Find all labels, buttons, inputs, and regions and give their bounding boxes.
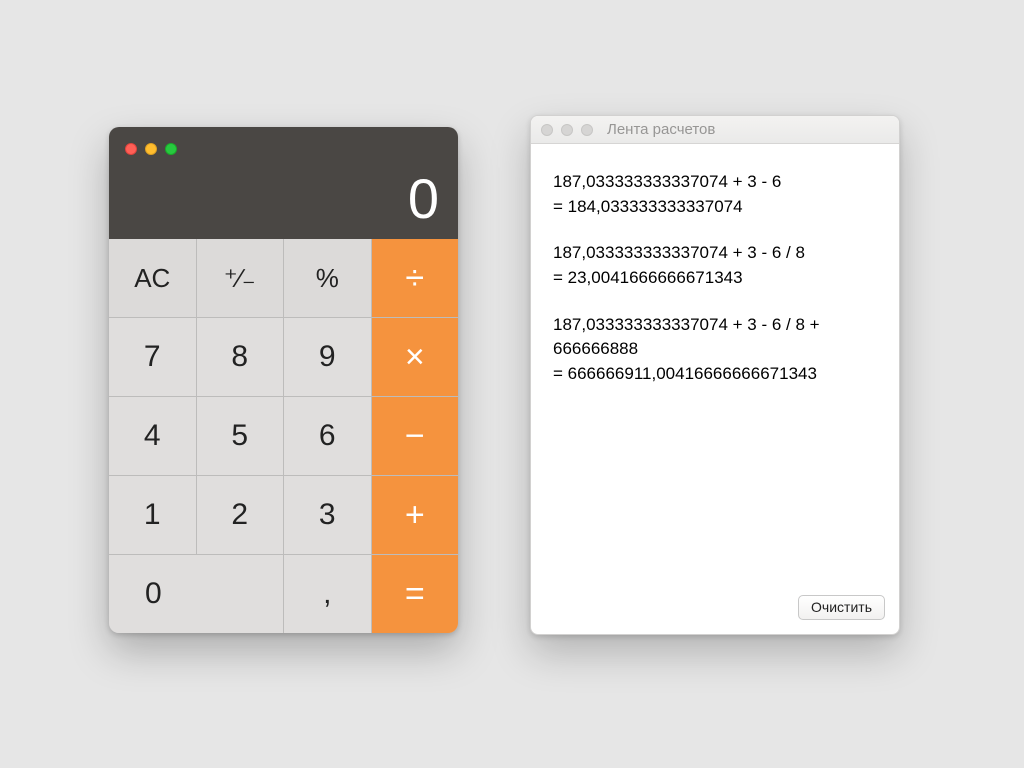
calculator-value: 0 [123, 171, 440, 227]
key-multiply[interactable]: × [372, 318, 459, 396]
tape-expression: 187,033333333337074 + 3 - 6 / 8 [553, 241, 877, 266]
close-button-inactive[interactable] [541, 124, 553, 136]
key-6[interactable]: 6 [284, 397, 371, 475]
key-5[interactable]: 5 [197, 397, 284, 475]
key-clear[interactable]: AC [109, 239, 196, 317]
key-1[interactable]: 1 [109, 476, 196, 554]
tape-expression: 187,033333333337074 + 3 - 6 [553, 170, 877, 195]
tape-result: = 184,033333333337074 [553, 195, 877, 220]
paper-tape-title: Лента расчетов [607, 121, 715, 138]
key-equals[interactable]: = [372, 555, 459, 633]
key-percent[interactable]: % [284, 239, 371, 317]
tape-expression: 187,033333333337074 + 3 - 6 / 8 + 666666… [553, 313, 877, 362]
tape-entry: 187,033333333337074 + 3 - 6 = 184,033333… [553, 170, 877, 219]
paper-tape-window: Лента расчетов 187,033333333337074 + 3 -… [530, 115, 900, 635]
key-4[interactable]: 4 [109, 397, 196, 475]
key-7[interactable]: 7 [109, 318, 196, 396]
window-controls [125, 143, 440, 155]
key-8[interactable]: 8 [197, 318, 284, 396]
tape-result: = 666666911,00416666666671343 [553, 362, 877, 387]
key-plus[interactable]: + [372, 476, 459, 554]
key-9[interactable]: 9 [284, 318, 371, 396]
minimize-button[interactable] [145, 143, 157, 155]
calculator-display: 0 [109, 127, 458, 239]
key-3[interactable]: 3 [284, 476, 371, 554]
key-decimal[interactable]: , [284, 555, 371, 633]
minimize-button-inactive[interactable] [561, 124, 573, 136]
clear-tape-button[interactable]: Очистить [798, 595, 885, 620]
tape-entry: 187,033333333337074 + 3 - 6 / 8 + 666666… [553, 313, 877, 387]
zoom-button-inactive[interactable] [581, 124, 593, 136]
calculator-keypad: AC ⁺∕₋ % ÷ 7 8 9 × 4 5 6 − 1 2 3 + 0 , = [109, 239, 458, 633]
key-plus-minus[interactable]: ⁺∕₋ [197, 239, 284, 317]
tape-result: = 23,0041666666671343 [553, 266, 877, 291]
zoom-button[interactable] [165, 143, 177, 155]
close-button[interactable] [125, 143, 137, 155]
paper-tape-footer: Очистить [531, 585, 899, 634]
paper-tape-titlebar[interactable]: Лента расчетов [531, 116, 899, 144]
key-2[interactable]: 2 [197, 476, 284, 554]
calculator-window: 0 AC ⁺∕₋ % ÷ 7 8 9 × 4 5 6 − 1 2 3 + 0 ,… [109, 127, 458, 633]
key-minus[interactable]: − [372, 397, 459, 475]
key-divide[interactable]: ÷ [372, 239, 459, 317]
key-0[interactable]: 0 [109, 555, 283, 633]
paper-tape-content[interactable]: 187,033333333337074 + 3 - 6 = 184,033333… [531, 144, 899, 585]
tape-entry: 187,033333333337074 + 3 - 6 / 8 = 23,004… [553, 241, 877, 290]
